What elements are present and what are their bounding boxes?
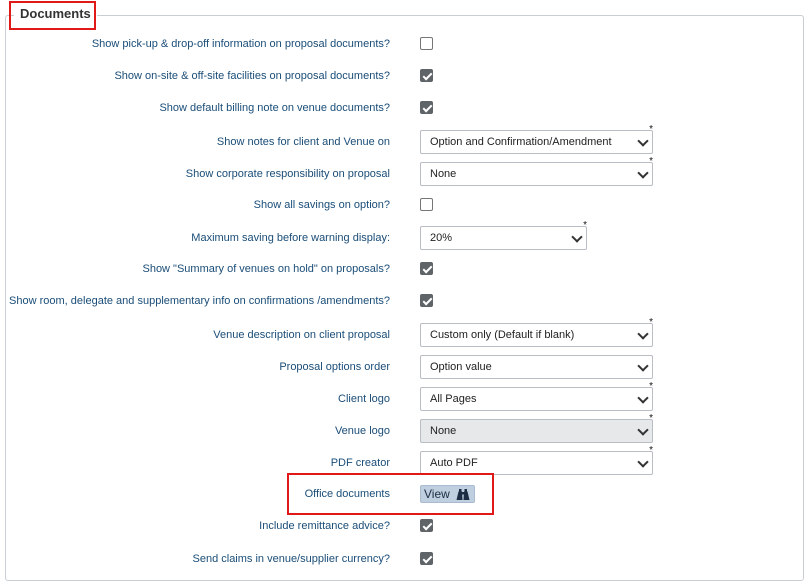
chevron-down-icon bbox=[571, 231, 583, 243]
select-value: 20% bbox=[430, 232, 453, 244]
row-maximum-saving: Maximum saving before warning display: 2… bbox=[0, 221, 812, 253]
row-label: Show corporate responsibility on proposa… bbox=[185, 168, 390, 180]
row-label: Proposal options order bbox=[279, 361, 390, 373]
row-show-billing-note: Show default billing note on venue docum… bbox=[0, 93, 812, 123]
room-delegate-info-checkbox[interactable] bbox=[420, 294, 433, 307]
select-value: Option and Confirmation/Amendment bbox=[430, 136, 612, 148]
select-value: All Pages bbox=[430, 393, 477, 405]
row-show-all-savings: Show all savings on option? bbox=[0, 190, 812, 220]
required-marker: * bbox=[649, 381, 653, 392]
row-room-delegate-info: Show room, delegate and supplementary in… bbox=[0, 286, 812, 316]
chevron-down-icon bbox=[637, 328, 649, 340]
row-show-onsite-offsite: Show on-site & off-site facilities on pr… bbox=[0, 61, 812, 91]
select-value: Custom only (Default if blank) bbox=[430, 329, 575, 341]
client-logo-select[interactable]: All Pages * bbox=[420, 382, 653, 411]
office-documents-highlight-box bbox=[287, 473, 494, 515]
row-notes-client-venue: Show notes for client and Venue on Optio… bbox=[0, 125, 812, 157]
row-label: Show default billing note on venue docum… bbox=[159, 102, 390, 114]
chevron-down-icon bbox=[637, 167, 649, 179]
legend-highlight-box bbox=[9, 1, 96, 30]
show-pickup-dropoff-checkbox[interactable] bbox=[420, 37, 433, 50]
row-client-logo: Client logo All Pages * bbox=[0, 382, 812, 414]
row-label: Client logo bbox=[338, 393, 390, 405]
select-value: None bbox=[430, 425, 457, 437]
show-billing-note-checkbox[interactable] bbox=[420, 101, 433, 114]
required-marker: * bbox=[649, 317, 653, 328]
row-label: Show notes for client and Venue on bbox=[216, 136, 390, 148]
proposal-options-order-select[interactable]: Option value bbox=[420, 355, 653, 379]
required-marker: * bbox=[649, 413, 653, 424]
row-venue-logo: Venue logo None * bbox=[0, 414, 812, 446]
row-label: Maximum saving before warning display: bbox=[191, 232, 390, 244]
chevron-down-icon bbox=[637, 360, 649, 372]
row-corporate-responsibility: Show corporate responsibility on proposa… bbox=[0, 157, 812, 189]
row-send-claims-currency: Send claims in venue/supplier currency? bbox=[0, 544, 812, 574]
row-label: Include remittance advice? bbox=[259, 520, 390, 532]
row-label: Show all savings on option? bbox=[253, 199, 390, 211]
chevron-down-icon bbox=[637, 392, 649, 404]
pdf-creator-select[interactable]: Auto PDF * bbox=[420, 446, 653, 475]
select-value: None bbox=[430, 168, 457, 180]
chevron-down-icon bbox=[637, 424, 649, 436]
row-summary-venues-on-hold: Show "Summary of venues on hold" on prop… bbox=[0, 254, 812, 284]
select-value: Option value bbox=[430, 361, 492, 373]
row-label: Show room, delegate and supplementary in… bbox=[9, 295, 390, 307]
maximum-saving-select[interactable]: 20% * bbox=[420, 221, 587, 250]
row-label: PDF creator bbox=[330, 457, 390, 469]
send-claims-currency-checkbox[interactable] bbox=[420, 552, 433, 565]
show-all-savings-checkbox[interactable] bbox=[420, 198, 433, 211]
chevron-down-icon bbox=[637, 135, 649, 147]
notes-client-venue-select[interactable]: Option and Confirmation/Amendment * bbox=[420, 125, 653, 154]
row-label: Show pick-up & drop-off information on p… bbox=[91, 38, 390, 50]
row-label: Send claims in venue/supplier currency? bbox=[192, 553, 391, 565]
show-onsite-offsite-checkbox[interactable] bbox=[420, 69, 433, 82]
row-venue-description: Venue description on client proposal Cus… bbox=[0, 318, 812, 350]
row-label: Show on-site & off-site facilities on pr… bbox=[114, 70, 390, 82]
row-proposal-options-order: Proposal options order Option value bbox=[0, 352, 812, 382]
row-include-remittance: Include remittance advice? bbox=[0, 511, 812, 541]
row-label: Show "Summary of venues on hold" on prop… bbox=[142, 263, 390, 275]
corporate-responsibility-select[interactable]: None * bbox=[420, 157, 653, 186]
row-label: Venue logo bbox=[334, 425, 390, 437]
row-show-pickup-dropoff: Show pick-up & drop-off information on p… bbox=[0, 29, 812, 59]
required-marker: * bbox=[649, 124, 653, 135]
required-marker: * bbox=[649, 445, 653, 456]
row-label: Venue description on client proposal bbox=[213, 329, 390, 341]
required-marker: * bbox=[583, 220, 587, 231]
select-value: Auto PDF bbox=[430, 457, 478, 469]
include-remittance-checkbox[interactable] bbox=[420, 519, 433, 532]
chevron-down-icon bbox=[637, 456, 649, 468]
venue-description-select[interactable]: Custom only (Default if blank) * bbox=[420, 318, 653, 347]
required-marker: * bbox=[649, 156, 653, 167]
venue-logo-select: None * bbox=[420, 414, 653, 443]
summary-venues-on-hold-checkbox[interactable] bbox=[420, 262, 433, 275]
